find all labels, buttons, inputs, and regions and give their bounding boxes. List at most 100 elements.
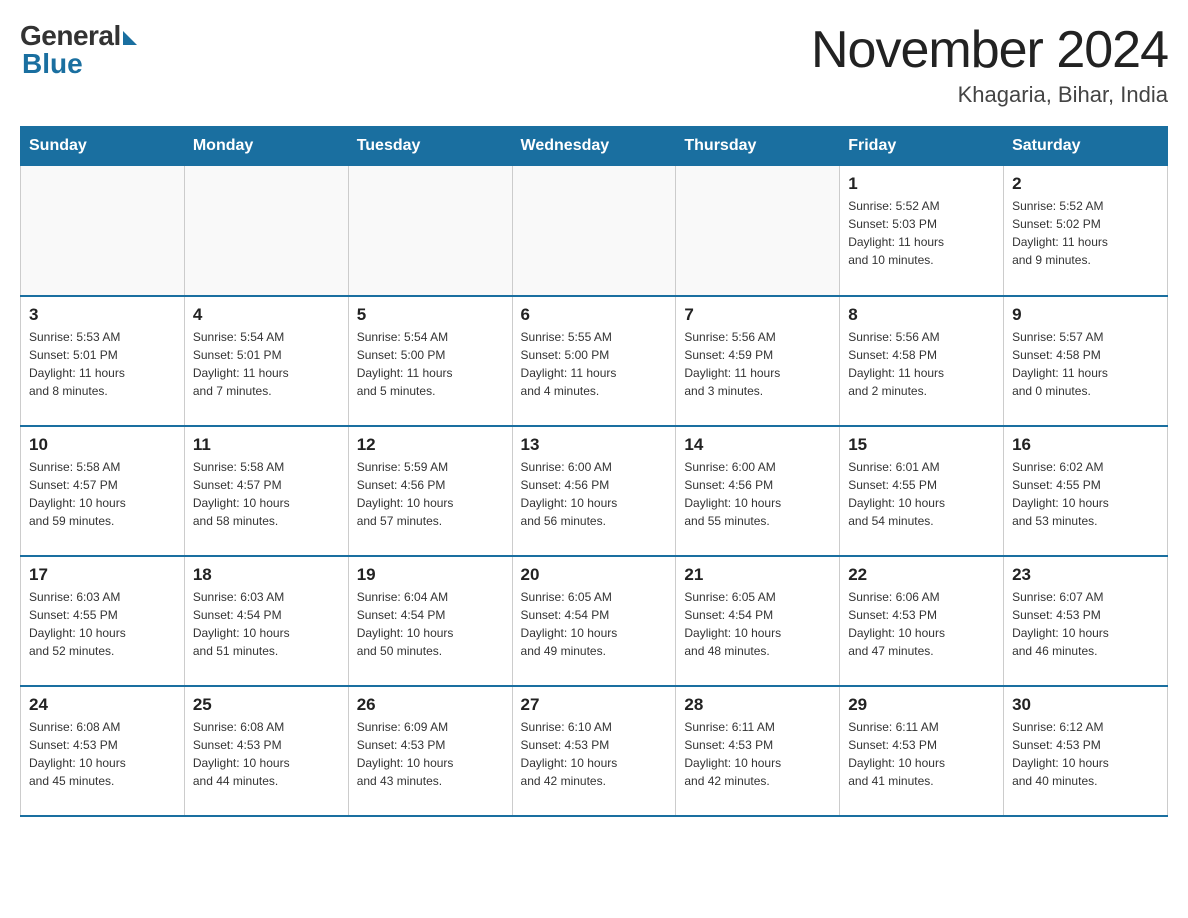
day-info: Sunrise: 6:05 AM Sunset: 4:54 PM Dayligh… [521, 588, 668, 660]
calendar-body: 1 Sunrise: 5:52 AM Sunset: 5:03 PM Daylig… [21, 166, 1168, 816]
day-number: 7 [684, 305, 831, 325]
page-header: General Blue November 2024 Khagaria, Bih… [20, 20, 1168, 108]
day-info: Sunrise: 5:57 AM Sunset: 4:58 PM Dayligh… [1012, 328, 1159, 400]
calendar-cell: 10 Sunrise: 5:58 AM Sunset: 4:57 PM Dayli… [21, 426, 185, 556]
calendar-cell: 13 Sunrise: 6:00 AM Sunset: 4:56 PM Dayli… [512, 426, 676, 556]
calendar-cell: 28 Sunrise: 6:11 AM Sunset: 4:53 PM Dayli… [676, 686, 840, 816]
day-number: 16 [1012, 435, 1159, 455]
calendar-cell: 2 Sunrise: 5:52 AM Sunset: 5:02 PM Daylig… [1004, 166, 1168, 296]
calendar-cell: 19 Sunrise: 6:04 AM Sunset: 4:54 PM Dayli… [348, 556, 512, 686]
day-info: Sunrise: 5:54 AM Sunset: 5:00 PM Dayligh… [357, 328, 504, 400]
calendar-cell: 12 Sunrise: 5:59 AM Sunset: 4:56 PM Dayli… [348, 426, 512, 556]
day-info: Sunrise: 5:58 AM Sunset: 4:57 PM Dayligh… [29, 458, 176, 530]
day-number: 5 [357, 305, 504, 325]
calendar-cell: 17 Sunrise: 6:03 AM Sunset: 4:55 PM Dayli… [21, 556, 185, 686]
day-info: Sunrise: 6:04 AM Sunset: 4:54 PM Dayligh… [357, 588, 504, 660]
calendar-title: November 2024 [811, 20, 1168, 80]
day-number: 24 [29, 695, 176, 715]
day-number: 29 [848, 695, 995, 715]
calendar-cell: 4Sunrise: 5:54 AM Sunset: 5:01 PM Daylig… [184, 296, 348, 426]
day-info: Sunrise: 6:00 AM Sunset: 4:56 PM Dayligh… [684, 458, 831, 530]
weekday-header-tuesday: Tuesday [348, 127, 512, 166]
day-info: Sunrise: 6:08 AM Sunset: 4:53 PM Dayligh… [29, 718, 176, 790]
day-number: 26 [357, 695, 504, 715]
calendar-cell: 25 Sunrise: 6:08 AM Sunset: 4:53 PM Dayli… [184, 686, 348, 816]
day-info: Sunrise: 6:06 AM Sunset: 4:53 PM Dayligh… [848, 588, 995, 660]
calendar-table: SundayMondayTuesdayWednesdayThursdayFrid… [20, 126, 1168, 817]
day-number: 3 [29, 305, 176, 325]
day-info: Sunrise: 6:11 AM Sunset: 4:53 PM Dayligh… [848, 718, 995, 790]
weekday-header-sunday: Sunday [21, 127, 185, 166]
day-info: Sunrise: 6:00 AM Sunset: 4:56 PM Dayligh… [521, 458, 668, 530]
calendar-cell [21, 166, 185, 296]
day-number: 17 [29, 565, 176, 585]
calendar-cell: 23 Sunrise: 6:07 AM Sunset: 4:53 PM Dayli… [1004, 556, 1168, 686]
logo-blue-text: Blue [22, 48, 83, 80]
day-info: Sunrise: 5:55 AM Sunset: 5:00 PM Dayligh… [521, 328, 668, 400]
day-number: 25 [193, 695, 340, 715]
week-row-2: 3 Sunrise: 5:53 AM Sunset: 5:01 PM Daylig… [21, 296, 1168, 426]
calendar-cell: 16 Sunrise: 6:02 AM Sunset: 4:55 PM Dayli… [1004, 426, 1168, 556]
calendar-cell: 6 Sunrise: 5:55 AM Sunset: 5:00 PM Daylig… [512, 296, 676, 426]
calendar-cell: 11 Sunrise: 5:58 AM Sunset: 4:57 PM Dayli… [184, 426, 348, 556]
day-number: 1 [848, 174, 995, 194]
calendar-cell: 5 Sunrise: 5:54 AM Sunset: 5:00 PM Daylig… [348, 296, 512, 426]
calendar-cell [676, 166, 840, 296]
calendar-cell [184, 166, 348, 296]
calendar-cell [348, 166, 512, 296]
day-number: 10 [29, 435, 176, 455]
calendar-subtitle: Khagaria, Bihar, India [811, 82, 1168, 108]
calendar-cell: 24 Sunrise: 6:08 AM Sunset: 4:53 PM Dayli… [21, 686, 185, 816]
day-info: Sunrise: 5:52 AM Sunset: 5:03 PM Dayligh… [848, 197, 995, 269]
title-section: November 2024 Khagaria, Bihar, India [811, 20, 1168, 108]
calendar-cell: 15Sunrise: 6:01 AM Sunset: 4:55 PM Dayli… [840, 426, 1004, 556]
day-info: Sunrise: 6:10 AM Sunset: 4:53 PM Dayligh… [521, 718, 668, 790]
day-number: 30 [1012, 695, 1159, 715]
calendar-header: SundayMondayTuesdayWednesdayThursdayFrid… [21, 127, 1168, 166]
day-number: 11 [193, 435, 340, 455]
day-number: 12 [357, 435, 504, 455]
day-number: 21 [684, 565, 831, 585]
day-number: 28 [684, 695, 831, 715]
day-info: Sunrise: 5:59 AM Sunset: 4:56 PM Dayligh… [357, 458, 504, 530]
day-info: Sunrise: 5:52 AM Sunset: 5:02 PM Dayligh… [1012, 197, 1159, 269]
day-info: Sunrise: 6:03 AM Sunset: 4:54 PM Dayligh… [193, 588, 340, 660]
calendar-cell: 18Sunrise: 6:03 AM Sunset: 4:54 PM Dayli… [184, 556, 348, 686]
day-info: Sunrise: 5:58 AM Sunset: 4:57 PM Dayligh… [193, 458, 340, 530]
day-info: Sunrise: 6:03 AM Sunset: 4:55 PM Dayligh… [29, 588, 176, 660]
calendar-cell: 29 Sunrise: 6:11 AM Sunset: 4:53 PM Dayli… [840, 686, 1004, 816]
calendar-cell: 7Sunrise: 5:56 AM Sunset: 4:59 PM Daylig… [676, 296, 840, 426]
week-row-4: 17 Sunrise: 6:03 AM Sunset: 4:55 PM Dayli… [21, 556, 1168, 686]
day-info: Sunrise: 6:08 AM Sunset: 4:53 PM Dayligh… [193, 718, 340, 790]
day-info: Sunrise: 6:05 AM Sunset: 4:54 PM Dayligh… [684, 588, 831, 660]
day-number: 19 [357, 565, 504, 585]
day-info: Sunrise: 6:02 AM Sunset: 4:55 PM Dayligh… [1012, 458, 1159, 530]
day-info: Sunrise: 6:09 AM Sunset: 4:53 PM Dayligh… [357, 718, 504, 790]
calendar-cell: 3 Sunrise: 5:53 AM Sunset: 5:01 PM Daylig… [21, 296, 185, 426]
weekday-header-thursday: Thursday [676, 127, 840, 166]
day-info: Sunrise: 5:53 AM Sunset: 5:01 PM Dayligh… [29, 328, 176, 400]
day-number: 8 [848, 305, 995, 325]
calendar-cell: 9 Sunrise: 5:57 AM Sunset: 4:58 PM Daylig… [1004, 296, 1168, 426]
day-number: 6 [521, 305, 668, 325]
day-info: Sunrise: 6:11 AM Sunset: 4:53 PM Dayligh… [684, 718, 831, 790]
day-number: 23 [1012, 565, 1159, 585]
calendar-cell: 8Sunrise: 5:56 AM Sunset: 4:58 PM Daylig… [840, 296, 1004, 426]
day-number: 2 [1012, 174, 1159, 194]
calendar-cell: 14 Sunrise: 6:00 AM Sunset: 4:56 PM Dayli… [676, 426, 840, 556]
week-row-1: 1 Sunrise: 5:52 AM Sunset: 5:03 PM Daylig… [21, 166, 1168, 296]
day-number: 27 [521, 695, 668, 715]
day-number: 20 [521, 565, 668, 585]
logo: General Blue [20, 20, 137, 80]
day-number: 4 [193, 305, 340, 325]
day-info: Sunrise: 6:07 AM Sunset: 4:53 PM Dayligh… [1012, 588, 1159, 660]
day-number: 13 [521, 435, 668, 455]
weekday-header-monday: Monday [184, 127, 348, 166]
day-number: 14 [684, 435, 831, 455]
day-number: 9 [1012, 305, 1159, 325]
calendar-cell: 27 Sunrise: 6:10 AM Sunset: 4:53 PM Dayli… [512, 686, 676, 816]
week-row-3: 10 Sunrise: 5:58 AM Sunset: 4:57 PM Dayli… [21, 426, 1168, 556]
calendar-cell: 30Sunrise: 6:12 AM Sunset: 4:53 PM Dayli… [1004, 686, 1168, 816]
logo-arrow-icon [123, 31, 137, 45]
day-info: Sunrise: 6:01 AM Sunset: 4:55 PM Dayligh… [848, 458, 995, 530]
